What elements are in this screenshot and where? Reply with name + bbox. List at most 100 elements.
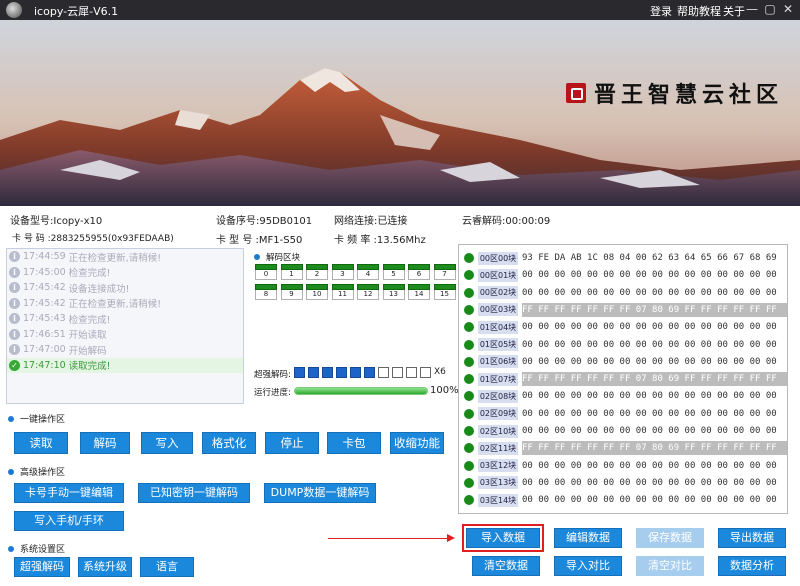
info-icon: i xyxy=(9,328,20,340)
status-dot-icon xyxy=(464,391,474,402)
minimize-icon[interactable]: — xyxy=(744,1,760,17)
cloud-decode-time: 云睿解码:00:00:09 xyxy=(462,216,551,227)
data-button-6[interactable]: 导入对比 xyxy=(554,556,622,576)
info-icon: i xyxy=(9,251,20,263)
hex-row[interactable]: 02区08块 00 00 00 00 00 00 00 00 00 00 00 0… xyxy=(461,388,787,404)
quick-button-6[interactable]: 卡包 xyxy=(327,432,381,454)
log-message: 正在检查更新,请稍候! xyxy=(68,299,162,311)
hex-row-data: 00 00 00 00 00 00 00 00 00 00 00 00 00 0… xyxy=(522,391,777,402)
decode-block: 10 xyxy=(306,284,328,300)
status-dot-icon xyxy=(464,495,474,506)
advanced-button-3[interactable]: DUMP数据一键解码 xyxy=(264,483,376,503)
mountain-banner: 晋王智慧云社区 xyxy=(0,20,800,206)
data-button-5[interactable]: 清空数据 xyxy=(472,556,540,576)
brand-logo: 晋王智慧云社区 xyxy=(566,78,783,108)
system-button-3[interactable]: 语言 xyxy=(140,557,194,577)
log-time: 17:47:00 xyxy=(23,344,66,356)
hex-dump-panel[interactable]: 00区00块 93 FE DA AB 1C 08 04 00 62 63 64 6… xyxy=(458,244,788,514)
hex-row[interactable]: 01区07块 FF FF FF FF FF FF FF 07 80 69 FF F… xyxy=(461,371,787,387)
block-number: 1 xyxy=(280,270,303,280)
block-number: 3 xyxy=(331,270,354,280)
decode-block: 5 xyxy=(382,264,405,280)
data-button-4[interactable]: 导出数据 xyxy=(718,528,786,548)
progress-label: 运行进度: xyxy=(254,388,291,398)
quick-button-3[interactable]: 写入 xyxy=(141,432,193,454)
log-row: i 17:45:00 检查完成! xyxy=(7,265,243,281)
hex-row[interactable]: 02区09块 00 00 00 00 00 00 00 00 00 00 00 0… xyxy=(461,406,787,422)
log-message: 读取完成! xyxy=(68,361,111,373)
hex-row-label: 01区06块 xyxy=(478,355,518,369)
hex-row-data: 00 00 00 00 00 00 00 00 00 00 00 00 00 0… xyxy=(522,495,777,506)
app-title: icopy-云犀-V6.1 xyxy=(34,5,119,18)
decode-block: 6 xyxy=(408,264,430,280)
hex-row[interactable]: 03区12块 00 00 00 00 00 00 00 00 00 00 00 0… xyxy=(461,458,787,474)
decode-block: 0 xyxy=(255,264,277,280)
device-info: 设备型号:Icopy-x10 设备序号:95DB0101 网络连接:已连接 云睿… xyxy=(0,206,800,246)
hex-row[interactable]: 03区14块 00 00 00 00 00 00 00 00 00 00 00 0… xyxy=(461,492,787,508)
status-dot-icon xyxy=(464,287,474,298)
boost-square xyxy=(406,367,417,378)
advanced-button-4[interactable]: 写入手机/手环 xyxy=(14,511,124,531)
info-icon: i xyxy=(9,297,20,309)
hex-row-label: 02区09块 xyxy=(478,407,518,421)
block-number: 14 xyxy=(408,290,430,300)
about-link[interactable]: 关于 xyxy=(723,3,745,19)
status-dot-icon xyxy=(464,374,474,385)
hex-row-data: 00 00 00 00 00 00 00 00 00 00 00 00 00 0… xyxy=(522,477,777,488)
hex-row-label: 01区04块 xyxy=(478,320,518,334)
log-time: 17:45:00 xyxy=(23,266,66,278)
advanced-button-1[interactable]: 卡号手动一键编辑 xyxy=(14,483,124,503)
quick-button-5[interactable]: 停止 xyxy=(265,432,319,454)
hex-row[interactable]: 00区02块 00 00 00 00 00 00 00 00 00 00 00 0… xyxy=(461,285,787,301)
login-link[interactable]: 登录 xyxy=(650,3,672,19)
data-button-7: 清空对比 xyxy=(636,556,704,576)
hex-row[interactable]: 01区06块 00 00 00 00 00 00 00 00 00 00 00 0… xyxy=(461,354,787,370)
hex-row[interactable]: 01区04块 00 00 00 00 00 00 00 00 00 00 00 0… xyxy=(461,319,787,335)
decode-block: 3 xyxy=(331,264,354,280)
hex-row-label: 03区13块 xyxy=(478,476,518,490)
system-button-2[interactable]: 系统升级 xyxy=(78,557,132,577)
hex-row-label: 03区12块 xyxy=(478,459,518,473)
title-bar: icopy-云犀-V6.1 登录 帮助教程 关于 — ▢ ✕ xyxy=(0,0,800,20)
log-message: 开始解码 xyxy=(68,345,107,357)
hex-row[interactable]: 03区13块 00 00 00 00 00 00 00 00 00 00 00 0… xyxy=(461,475,787,491)
device-serial: 设备序号:95DB0101 xyxy=(216,216,313,227)
info-icon: i xyxy=(9,313,20,325)
log-row: i 17:45:43 检查完成! xyxy=(7,311,243,327)
quick-button-2[interactable]: 解码 xyxy=(80,432,130,454)
log-row: i 17:45:42 设备连接成功! xyxy=(7,280,243,296)
quick-button-1[interactable]: 读取 xyxy=(14,432,68,454)
info-icon: i xyxy=(9,282,20,294)
data-button-8[interactable]: 数据分析 xyxy=(718,556,786,576)
status-dot-icon xyxy=(464,460,474,471)
progress-percent: 100% xyxy=(430,385,459,396)
hex-row[interactable]: 00区03块 FF FF FF FF FF FF FF 07 80 69 FF F… xyxy=(461,302,787,318)
system-button-1[interactable]: 超强解码 xyxy=(14,557,70,577)
hex-row-label: 00区00块 xyxy=(478,251,518,265)
maximize-icon[interactable]: ▢ xyxy=(762,1,778,17)
hex-row-label: 03区14块 xyxy=(478,493,518,507)
status-dot-icon xyxy=(464,270,474,281)
close-icon[interactable]: ✕ xyxy=(780,1,796,17)
quick-section-header: 一键操作区 xyxy=(8,412,65,425)
status-dot-icon xyxy=(464,408,474,419)
hex-row-data: 00 00 00 00 00 00 00 00 00 00 00 00 00 0… xyxy=(522,287,777,298)
quick-button-7[interactable]: 收缩功能 xyxy=(390,432,444,454)
hex-row[interactable]: 00区01块 00 00 00 00 00 00 00 00 00 00 00 0… xyxy=(461,267,787,283)
block-number: 8 xyxy=(255,290,277,300)
advanced-button-2[interactable]: 已知密钥一键解码 xyxy=(138,483,250,503)
hex-row[interactable]: 01区05块 00 00 00 00 00 00 00 00 00 00 00 0… xyxy=(461,337,787,353)
quick-button-4[interactable]: 格式化 xyxy=(202,432,256,454)
hex-row[interactable]: 02区10块 00 00 00 00 00 00 00 00 00 00 00 0… xyxy=(461,423,787,439)
hex-row[interactable]: 00区00块 93 FE DA AB 1C 08 04 00 62 63 64 6… xyxy=(461,250,787,266)
decode-block: 1 xyxy=(280,264,303,280)
block-number: 7 xyxy=(433,270,456,280)
log-panel[interactable]: i 17:44:59 正在检查更新,请稍候! i 17:45:00 检查完成! i 17:45… xyxy=(6,248,244,404)
network-status: 网络连接:已连接 xyxy=(334,216,408,227)
hex-row[interactable]: 02区11块 FF FF FF FF FF FF FF 07 80 69 FF F… xyxy=(461,440,787,456)
log-time: 17:45:42 xyxy=(23,297,66,309)
hex-row-data: 00 00 00 00 00 00 00 00 00 00 00 00 00 0… xyxy=(522,339,777,350)
help-link[interactable]: 帮助教程 xyxy=(677,3,721,19)
boost-square xyxy=(350,367,361,378)
data-button-2[interactable]: 编辑数据 xyxy=(554,528,622,548)
